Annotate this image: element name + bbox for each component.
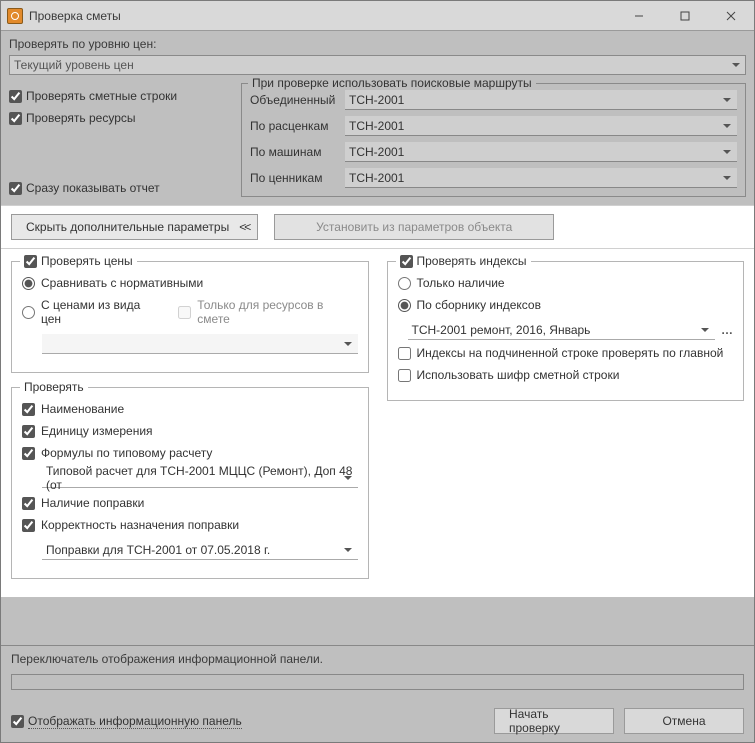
check-smeta-rows-box[interactable] xyxy=(9,90,22,103)
radio-only-presence[interactable]: Только наличие xyxy=(398,276,734,290)
chevron-down-icon xyxy=(723,176,731,180)
route-0-label: Объединенный xyxy=(250,93,345,107)
chk-name[interactable]: Наименование xyxy=(22,402,358,416)
start-check-button[interactable]: Начать проверку xyxy=(494,708,614,734)
chk-corr-correct[interactable]: Корректность назначения поправки xyxy=(22,518,358,532)
chevron-down-icon xyxy=(701,328,709,332)
route-2-label: По машинам xyxy=(250,145,345,159)
check-prices-group: Проверять цены Сравнивать с нормативными… xyxy=(11,261,369,373)
check-general-group: Проверять Наименование Единицу измерения… xyxy=(11,387,369,579)
set-from-object-button[interactable]: Установить из параметров объекта xyxy=(274,214,554,240)
chevron-down-icon xyxy=(723,124,731,128)
chk-has-correction[interactable]: Наличие поправки xyxy=(22,496,358,510)
chk-unit[interactable]: Единицу измерения xyxy=(22,424,358,438)
chevron-down-icon xyxy=(723,150,731,154)
radio-from-type[interactable]: С ценами из вида цен xyxy=(22,298,162,326)
chevron-down-icon xyxy=(344,342,352,346)
check-indexes-toggle[interactable] xyxy=(400,255,413,268)
hide-params-button[interactable]: Скрыть дополнительные параметры << xyxy=(11,214,258,240)
routes-legend: При проверке использовать поисковые марш… xyxy=(248,76,536,90)
check-indexes-group: Проверять индексы Только наличие По сбор… xyxy=(387,261,745,401)
index-book-dropdown[interactable]: ТСН-2001 ремонт, 2016, Январь xyxy=(408,320,716,340)
maximize-button[interactable] xyxy=(662,1,708,30)
chevron-down-icon xyxy=(344,548,352,552)
chevron-down-icon xyxy=(344,476,352,480)
formulas-dropdown[interactable]: Типовой расчет для ТСН-2001 МЦЦС (Ремонт… xyxy=(42,468,358,488)
route-1-label: По расценкам xyxy=(250,119,345,133)
chevron-left-icon: << xyxy=(239,220,249,234)
only-for-resources: Только для ресурсов в смете xyxy=(178,298,357,326)
check-resources[interactable]: Проверять ресурсы xyxy=(9,111,229,125)
radio-normative[interactable]: Сравнивать с нормативными xyxy=(22,276,358,290)
show-info-panel-toggle[interactable]: Отображать информационную панель xyxy=(11,714,242,729)
show-report-now-box[interactable] xyxy=(9,182,22,195)
route-1-dropdown[interactable]: ТСН-2001 xyxy=(345,116,737,136)
price-level-dropdown[interactable]: Текущий уровень цен xyxy=(9,55,746,75)
route-0-dropdown[interactable]: ТСН-2001 xyxy=(345,90,737,110)
chk-use-cipher[interactable]: Использовать шифр сметной строки xyxy=(398,368,734,382)
route-2-dropdown[interactable]: ТСН-2001 xyxy=(345,142,737,162)
routes-group: При проверке использовать поисковые марш… xyxy=(241,83,746,197)
chevron-down-icon xyxy=(723,98,731,102)
window-title: Проверка сметы xyxy=(29,9,616,23)
check-prices-toggle[interactable] xyxy=(24,255,37,268)
chk-sub-by-main[interactable]: Индексы на подчиненной строке проверять … xyxy=(398,346,734,360)
info-panel: Переключатель отображения информационной… xyxy=(1,645,754,700)
close-button[interactable] xyxy=(708,1,754,30)
route-3-dropdown[interactable]: ТСН-2001 xyxy=(345,168,737,188)
check-resources-box[interactable] xyxy=(9,112,22,125)
show-report-now[interactable]: Сразу показывать отчет xyxy=(9,181,229,195)
corrections-dropdown[interactable]: Поправки для ТСН-2001 от 07.05.2018 г. xyxy=(42,540,358,560)
price-level-value: Текущий уровень цен xyxy=(14,58,134,72)
cancel-button[interactable]: Отмена xyxy=(624,708,744,734)
price-type-dropdown xyxy=(42,334,358,354)
radio-by-book[interactable]: По сборнику индексов xyxy=(398,298,734,312)
check-smeta-rows[interactable]: Проверять сметные строки xyxy=(9,89,229,103)
chevron-down-icon xyxy=(729,63,743,67)
route-3-label: По ценникам xyxy=(250,171,345,185)
price-level-label: Проверять по уровню цен: xyxy=(9,37,746,51)
progress-bar xyxy=(11,674,744,690)
info-message: Переключатель отображения информационной… xyxy=(11,652,744,666)
browse-button[interactable]: … xyxy=(721,323,733,337)
chk-formulas[interactable]: Формулы по типовому расчету xyxy=(22,446,358,460)
app-icon xyxy=(7,8,23,24)
minimize-button[interactable] xyxy=(616,1,662,30)
